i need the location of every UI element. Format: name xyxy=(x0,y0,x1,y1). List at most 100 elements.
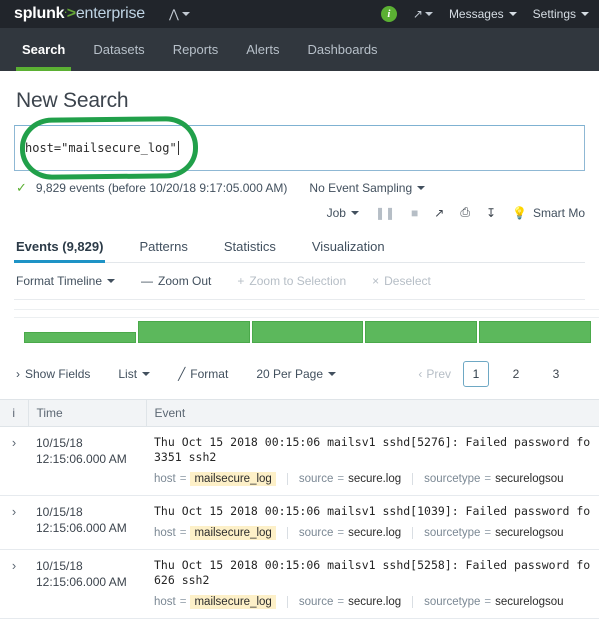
field-key: host xyxy=(154,596,176,608)
job-menu[interactable]: Job xyxy=(327,206,359,220)
app-selector-glyph: ⋀ xyxy=(169,7,179,21)
table-row[interactable]: › 10/15/18 12:15:06.000 AM Thu Oct 15 2018 … xyxy=(0,549,599,619)
job-label: Job xyxy=(326,205,346,220)
download-icon[interactable]: ↧ xyxy=(486,206,496,220)
logo-splunk-text: splunk xyxy=(14,5,65,22)
event-sampling-menu[interactable]: No Event Sampling xyxy=(309,181,426,195)
table-row[interactable]: › 10/15/18 12:15:06.000 AM Thu Oct 15 2018 … xyxy=(0,426,599,496)
per-page-menu[interactable]: 20 Per Page xyxy=(256,367,337,381)
format-timeline-label: Format Timeline xyxy=(16,274,103,288)
deselect-button: × Deselect xyxy=(372,274,431,288)
page-2-button[interactable]: 2 xyxy=(503,361,529,387)
timeline-bar[interactable] xyxy=(365,321,478,343)
nav-item-search[interactable]: Search xyxy=(8,28,79,71)
row-expand-toggle[interactable]: › xyxy=(0,426,28,496)
nav-item-reports[interactable]: Reports xyxy=(159,28,233,71)
activity-flag-icon[interactable]: ↗ xyxy=(413,7,433,21)
logo-dot: . xyxy=(64,5,67,15)
list-view-label: List xyxy=(118,367,138,381)
page-3-button[interactable]: 3 xyxy=(543,361,569,387)
info-badge-icon[interactable]: i xyxy=(380,6,397,22)
field-key: sourcetype xyxy=(424,596,481,608)
event-raw-text: Thu Oct 15 2018 00:15:06 mailsv1 sshd[10… xyxy=(154,504,591,518)
pause-icon[interactable]: ❚❚ xyxy=(375,206,395,220)
chevron-down-icon xyxy=(417,186,426,190)
print-icon[interactable]: ⎙ xyxy=(460,205,470,220)
chevron-down-icon xyxy=(181,12,190,16)
timeline-bar[interactable] xyxy=(137,321,250,343)
tab-events[interactable]: Events (9,829) xyxy=(14,231,119,263)
search-mode-selector[interactable]: 💡 Smart Mo xyxy=(512,206,585,220)
prev-label: Prev xyxy=(426,367,451,381)
event-field-source[interactable]: source = secure.log xyxy=(299,473,412,485)
nav-item-alerts[interactable]: Alerts xyxy=(232,28,293,71)
event-clock: 12:15:06.000 AM xyxy=(36,452,127,466)
field-value: mailsecure_log xyxy=(190,595,276,609)
field-value: secure.log xyxy=(348,473,402,485)
stop-icon[interactable]: ■ xyxy=(411,206,418,220)
search-query-text: host="mailsecure_log" xyxy=(25,141,177,155)
event-field-host[interactable]: host = mailsecure_log xyxy=(154,472,287,486)
event-field-sourcetype[interactable]: sourcetype = securelogsou xyxy=(424,473,574,485)
chevron-down-icon xyxy=(350,210,359,215)
field-key: source xyxy=(298,596,334,608)
table-row[interactable]: › 10/15/18 12:15:06.000 AM Thu Oct 15 2018 … xyxy=(0,495,599,550)
field-equals: = xyxy=(179,473,187,485)
timeline-bar[interactable] xyxy=(251,321,364,343)
timeline-chart[interactable] xyxy=(14,309,599,343)
show-fields-label: Show Fields xyxy=(25,367,91,381)
tab-statistics[interactable]: Statistics xyxy=(222,231,292,262)
app-selector-icon[interactable]: ⋀ xyxy=(169,7,190,21)
zoom-out-label: Zoom Out xyxy=(158,274,212,288)
list-view-menu[interactable]: List xyxy=(118,367,151,381)
nav-item-datasets[interactable]: Datasets xyxy=(79,28,158,71)
event-field-host[interactable]: host = mailsecure_log xyxy=(154,526,287,540)
format-button[interactable]: ╱ Format xyxy=(178,367,228,381)
event-time-cell[interactable]: 10/15/18 12:15:06.000 AM xyxy=(28,549,146,619)
zoom-out-button[interactable]: — Zoom Out xyxy=(141,274,211,288)
show-fields-button[interactable]: › Show Fields xyxy=(16,367,90,381)
event-time-cell[interactable]: 10/15/18 12:15:06.000 AM xyxy=(28,426,146,496)
row-expand-toggle[interactable]: › xyxy=(0,549,28,619)
settings-menu[interactable]: Settings xyxy=(533,7,589,21)
event-field-host[interactable]: host = mailsecure_log xyxy=(154,595,287,609)
timeline-bar[interactable] xyxy=(479,321,591,343)
column-header-event[interactable]: Event xyxy=(146,399,599,427)
pagination: ‹ Prev 1 2 3 xyxy=(418,361,583,387)
check-icon: ✓ xyxy=(16,180,27,195)
nav-item-dashboards[interactable]: Dashboards xyxy=(293,28,391,71)
column-header-time[interactable]: Time xyxy=(28,399,147,427)
field-key: sourcetype xyxy=(424,527,481,539)
activity-flag-glyph: ↗ xyxy=(412,7,423,21)
per-page-label: 20 Per Page xyxy=(256,367,324,381)
event-field-sourcetype[interactable]: sourcetype = securelogsou xyxy=(424,527,574,539)
messages-menu[interactable]: Messages xyxy=(449,7,517,21)
main-nav: Search Datasets Reports Alerts Dashboard… xyxy=(0,28,599,71)
search-input[interactable]: host="mailsecure_log" xyxy=(14,125,585,171)
field-key: source xyxy=(298,473,334,485)
tab-patterns[interactable]: Patterns xyxy=(137,231,203,262)
plus-icon: + xyxy=(237,274,245,288)
chevron-down-icon xyxy=(424,12,433,16)
brand-right-group: i ↗ Messages Settings xyxy=(380,6,589,22)
timeline-bars xyxy=(24,309,591,343)
splunk-logo[interactable]: splunk. > enterprise xyxy=(14,5,145,23)
event-time-cell[interactable]: 10/15/18 12:15:06.000 AM xyxy=(28,495,146,550)
format-timeline-menu[interactable]: Format Timeline xyxy=(16,274,116,288)
event-field-source[interactable]: source = secure.log xyxy=(299,527,412,539)
event-fields: host = mailsecure_log source = secure.log sour… xyxy=(154,595,591,609)
tab-visualization[interactable]: Visualization xyxy=(310,231,401,262)
logo-enterprise-text: enterprise xyxy=(75,5,145,22)
table-header-row: i Time Event xyxy=(0,399,599,427)
page-1-button[interactable]: 1 xyxy=(463,361,489,387)
timeline-bar[interactable] xyxy=(24,332,136,343)
splunk-search-page: splunk. > enterprise ⋀ i ↗ Messages Settin… xyxy=(0,0,599,623)
tab-label: Patterns xyxy=(139,239,188,254)
prev-page-button: ‹ Prev xyxy=(418,367,451,381)
pencil-icon: ╱ xyxy=(178,367,186,381)
share-icon[interactable]: ↗ xyxy=(434,206,444,220)
event-raw-text: Thu Oct 15 2018 00:15:06 mailsv1 sshd[52… xyxy=(154,435,591,464)
event-field-sourcetype[interactable]: sourcetype = securelogsou xyxy=(424,596,574,608)
row-expand-toggle[interactable]: › xyxy=(0,495,28,550)
event-field-source[interactable]: source = secure.log xyxy=(299,596,412,608)
